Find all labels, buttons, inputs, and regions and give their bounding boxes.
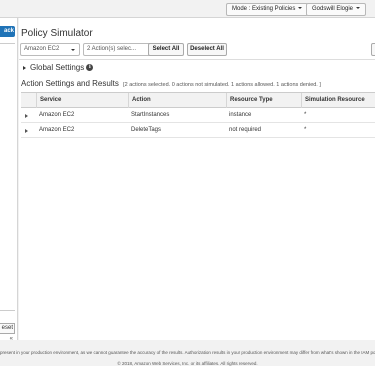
deselect-all-button[interactable]: Deselect All [187, 43, 227, 56]
column-header-action[interactable]: Action [128, 93, 226, 108]
footer-copyright: © 2018, Amazon Web Services, Inc. or its… [117, 361, 258, 366]
caret-down-icon [71, 49, 75, 51]
sidebar-panel [0, 43, 15, 311]
column-header-simulation-resource[interactable]: Simulation Resource [301, 93, 375, 108]
cell-simulation-resource: * [304, 127, 307, 133]
cell-action: StartInstances [131, 112, 170, 118]
expand-triangle-icon[interactable] [25, 114, 28, 118]
overflow-button[interactable] [371, 43, 375, 56]
column-header-service[interactable]: Service [36, 93, 128, 108]
service-select[interactable]: Amazon EC2 [20, 43, 80, 56]
sidebar-pager[interactable]: « [0, 336, 15, 344]
expand-triangle-icon [23, 65, 26, 70]
divider [19, 59, 375, 60]
results-summary: [2 actions selected. 0 actions not simul… [123, 82, 321, 88]
results-header: Action Settings and Results [2 actions s… [21, 79, 321, 88]
actions-select-value: 2 Action(s) selec... [87, 46, 137, 52]
cell-resource-type: instance [229, 112, 252, 118]
cell-service: Amazon EC2 [39, 127, 75, 133]
service-select-value: Amazon EC2 [24, 46, 60, 52]
footer-disclaimer: present in your production environment, … [0, 350, 375, 355]
caret-down-icon [356, 7, 361, 10]
cell-resource-type: not required [229, 127, 262, 133]
table-header: Service Action Resource Type Simulation … [21, 93, 375, 108]
main-panel: Policy Simulator Amazon EC2 2 Action(s) … [19, 18, 375, 340]
page-title: Policy Simulator [21, 28, 93, 39]
table-row[interactable]: Amazon EC2 DeleteTags not required * [21, 123, 375, 138]
mode-dropdown[interactable]: Mode : Existing Policies [226, 3, 309, 16]
reset-button[interactable]: eset [0, 323, 15, 334]
user-name: Godswill Elogie [312, 6, 354, 12]
select-all-button[interactable]: Select All [148, 43, 184, 56]
back-button[interactable]: ack [0, 26, 15, 37]
results-table: Service Action Resource Type Simulation … [21, 92, 375, 138]
mode-label: Mode : Existing Policies [232, 6, 296, 12]
global-settings-toggle[interactable]: Global Settings i [23, 63, 94, 72]
results-title: Action Settings and Results [21, 79, 119, 88]
column-header-resource-type[interactable]: Resource Type [226, 93, 301, 108]
sidebar: ack eset « [0, 18, 18, 342]
user-menu[interactable]: Godswill Elogie [306, 3, 367, 16]
cell-simulation-resource: * [304, 112, 307, 118]
table-row[interactable]: Amazon EC2 StartInstances instance * [21, 108, 375, 123]
cell-action: DeleteTags [131, 127, 162, 133]
caret-down-icon [298, 7, 303, 10]
expand-triangle-icon[interactable] [25, 129, 28, 133]
global-settings-label: Global Settings [30, 63, 85, 72]
info-icon[interactable]: i [86, 64, 94, 72]
cell-service: Amazon EC2 [39, 112, 75, 118]
top-bar: Mode : Existing Policies Godswill Elogie [0, 0, 375, 18]
